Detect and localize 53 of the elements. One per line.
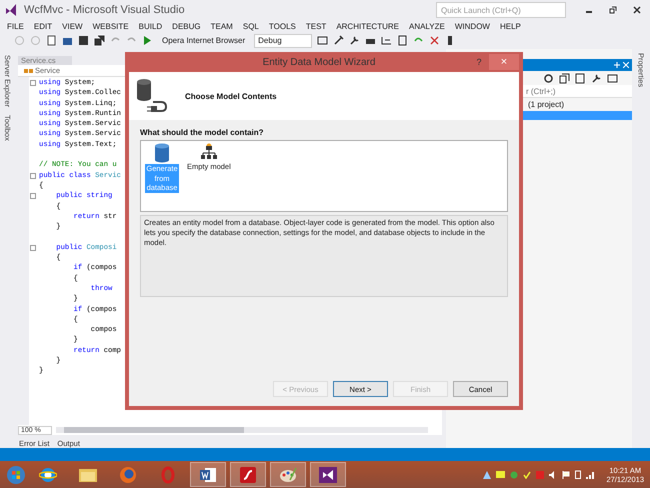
question-label: What should the model contain?	[140, 128, 265, 137]
menu-item[interactable]: TEAM	[210, 22, 233, 30]
menu-item[interactable]: ANALYZE	[408, 22, 445, 30]
start-orb-icon[interactable]	[6, 464, 26, 484]
pin-icon	[614, 62, 620, 68]
page-heading: Choose Model Contents	[185, 92, 277, 100]
menu-item[interactable]: FILE	[7, 22, 24, 30]
menu-item[interactable]: SQL	[242, 22, 259, 30]
new-item-icon[interactable]	[46, 35, 57, 46]
menu-item[interactable]: BUILD	[138, 22, 162, 30]
open-icon[interactable]	[62, 35, 73, 46]
infinity-logo-icon	[4, 3, 18, 17]
wrench-icon[interactable]	[349, 35, 360, 46]
collapse-toggle[interactable]	[30, 80, 36, 86]
browser-e-icon[interactable]	[39, 466, 57, 484]
tools-icon[interactable]	[333, 35, 344, 46]
menu-item[interactable]: HELP	[500, 22, 521, 30]
browser-dropdown[interactable]: Opera Internet Browser	[158, 34, 250, 48]
hierarchy-icon	[200, 143, 218, 161]
flag-icon[interactable]	[562, 470, 570, 478]
menu-item[interactable]: WINDOW	[454, 22, 490, 30]
battery-icon[interactable]	[575, 470, 582, 479]
menu-item[interactable]: VIEW	[62, 22, 83, 30]
menu-item[interactable]: ARCHITECTURE	[336, 22, 399, 30]
menu-item[interactable]: WEBSITE	[92, 22, 129, 30]
signal-icon[interactable]	[586, 470, 596, 478]
database-icon	[154, 143, 170, 163]
menu-item[interactable]: EDIT	[34, 22, 52, 30]
infinity-logo-icon[interactable]	[318, 466, 338, 484]
window-title: WcfMvc - Microsoft Visual Studio	[24, 4, 186, 16]
close-icon	[623, 62, 629, 68]
breakpoint-icon[interactable]	[429, 35, 440, 46]
configuration-dropdown[interactable]: Debug	[254, 34, 312, 48]
menu-item[interactable]: DEBUG	[172, 22, 201, 30]
document-w-icon[interactable]	[199, 466, 217, 484]
close-icon	[633, 6, 641, 14]
palette-icon[interactable]	[278, 466, 298, 484]
check-icon[interactable]	[523, 470, 532, 478]
flash-player-icon[interactable]	[239, 466, 257, 484]
play-icon[interactable]	[142, 35, 153, 46]
quick-launch-field[interactable]: Quick Launch (Ctrl+Q)	[436, 2, 566, 18]
collapse-toggle[interactable]	[30, 193, 36, 200]
triangle-icon[interactable]	[483, 470, 492, 478]
dialog-title: Entity Data Model Wizard	[262, 56, 376, 68]
menu-item[interactable]: TOOLS	[268, 22, 296, 30]
save-all-icon[interactable]	[94, 35, 105, 46]
restore-icon	[609, 6, 617, 14]
wrench-icon[interactable]	[591, 72, 602, 84]
folder-icon[interactable]	[78, 466, 98, 482]
collapse-toggle[interactable]	[30, 172, 36, 179]
menu-item[interactable]: TEST	[306, 22, 326, 30]
collapse-toggle[interactable]	[30, 244, 36, 251]
save-icon[interactable]	[78, 35, 89, 46]
